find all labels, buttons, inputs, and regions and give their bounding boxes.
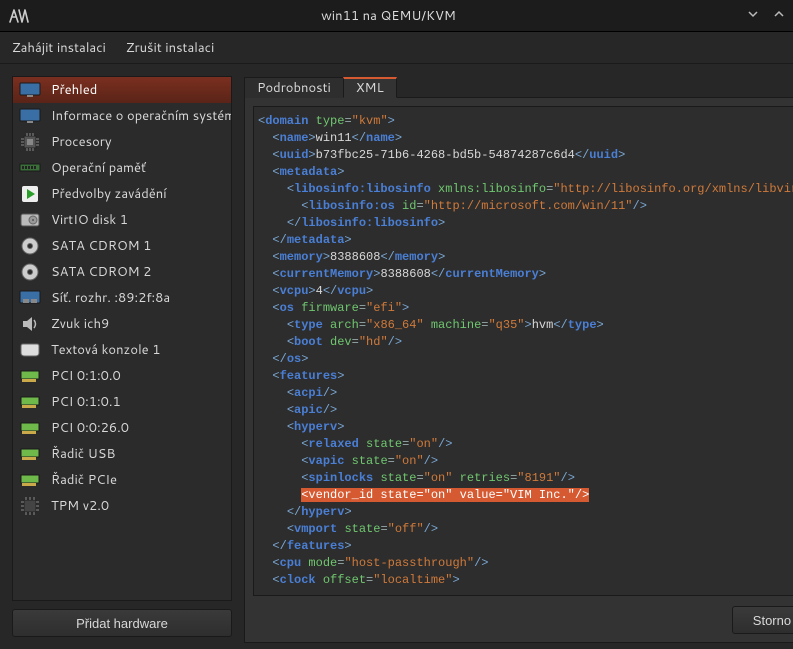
sidebar-item-nic[interactable]: Síť. rozhr. :89:2f:8a <box>13 285 231 311</box>
sidebar-item-sound[interactable]: Zvuk ich9 <box>13 311 231 337</box>
sidebar-item-label: VirtIO disk 1 <box>51 211 128 229</box>
sidebar-item-memory[interactable]: Operační paměť <box>13 155 231 181</box>
pci-icon <box>19 367 41 385</box>
titlebar: win11 na QEMU/KVM <box>0 0 793 32</box>
cd-icon <box>19 263 41 281</box>
chip-icon <box>19 497 41 515</box>
sidebar-item-boot[interactable]: Předvolby zavádění <box>13 181 231 207</box>
pci-icon <box>19 419 41 437</box>
sidebar-item-label: Operační paměť <box>51 159 146 177</box>
sidebar-item-pci1[interactable]: PCI 0:1:0.1 <box>13 389 231 415</box>
sidebar-item-console[interactable]: Textová konzole 1 <box>13 337 231 363</box>
sidebar-item-pci2[interactable]: PCI 0:0:26.0 <box>13 415 231 441</box>
sidebar-item-label: PCI 0:0:26.0 <box>51 419 129 437</box>
cd-icon <box>19 237 41 255</box>
xml-editor[interactable]: <domain type="kvm"> <name>win11</name> <… <box>253 106 793 596</box>
nic-icon <box>19 289 41 307</box>
hardware-sidebar: Přehled Informace o operačním systému Proc… <box>12 76 232 601</box>
sidebar-item-label: SATA CDROM 1 <box>51 237 151 255</box>
sidebar-item-cpus[interactable]: Procesory <box>13 129 231 155</box>
sound-icon <box>19 315 41 333</box>
sidebar-item-pcie[interactable]: Řadič PCIe <box>13 467 231 493</box>
play-icon <box>19 185 41 203</box>
tab-xml[interactable]: XML <box>343 77 397 98</box>
sidebar-item-usb[interactable]: Řadič USB <box>13 441 231 467</box>
sidebar-item-label: Textová konzole 1 <box>51 341 160 359</box>
sidebar-item-label: Zvuk ich9 <box>51 315 109 333</box>
cpu-icon <box>19 133 41 151</box>
pci-icon <box>19 393 41 411</box>
xml-panel: <domain type="kvm"> <name>win11</name> <… <box>244 97 793 643</box>
sidebar-item-cdrom1[interactable]: SATA CDROM 1 <box>13 233 231 259</box>
minimize-button[interactable] <box>747 7 759 25</box>
sidebar-item-label: Řadič USB <box>51 445 115 463</box>
monitor-icon <box>19 81 41 99</box>
disk-icon <box>19 211 41 229</box>
tabbar: Podrobnosti XML <box>244 77 793 98</box>
sidebar-item-tpm[interactable]: TPM v2.0 <box>13 493 231 519</box>
menu-cancel-install[interactable]: Zrušit instalaci <box>126 39 214 57</box>
sidebar-item-osinfo[interactable]: Informace o operačním systému <box>13 103 231 129</box>
sidebar-item-label: Procesory <box>51 133 112 151</box>
console-icon <box>19 341 41 359</box>
sidebar-item-label: Předvolby zavádění <box>51 185 167 203</box>
sidebar-item-label: Přehled <box>51 81 97 99</box>
sidebar-item-label: Řadič PCIe <box>51 471 117 489</box>
sidebar-item-label: PCI 0:1:0.0 <box>51 367 121 385</box>
sidebar-item-cdrom2[interactable]: SATA CDROM 2 <box>13 259 231 285</box>
pci-icon <box>19 471 41 489</box>
sidebar-item-label: PCI 0:1:0.1 <box>51 393 121 411</box>
sidebar-item-label: Síť. rozhr. :89:2f:8a <box>51 289 170 307</box>
app-logo-icon <box>8 5 30 27</box>
maximize-button[interactable] <box>773 7 785 25</box>
menu-begin-install[interactable]: Zahájit instalaci <box>12 39 106 57</box>
sidebar-item-disk1[interactable]: VirtIO disk 1 <box>13 207 231 233</box>
pci-icon <box>19 445 41 463</box>
sidebar-item-pci0[interactable]: PCI 0:1:0.0 <box>13 363 231 389</box>
tab-details[interactable]: Podrobnosti <box>244 77 344 98</box>
cancel-button[interactable]: Storno <box>732 606 793 634</box>
sidebar-item-label: SATA CDROM 2 <box>51 263 151 281</box>
sidebar-item-label: TPM v2.0 <box>51 497 109 515</box>
sidebar-item-overview[interactable]: Přehled <box>13 77 231 103</box>
monitor-icon <box>19 107 41 125</box>
ram-icon <box>19 159 41 177</box>
add-hardware-button[interactable]: Přidat hardware <box>12 609 232 637</box>
window-title: win11 na QEMU/KVM <box>30 7 747 25</box>
menubar: Zahájit instalaci Zrušit instalaci <box>0 32 793 64</box>
sidebar-item-label: Informace o operačním systému <box>51 107 232 125</box>
